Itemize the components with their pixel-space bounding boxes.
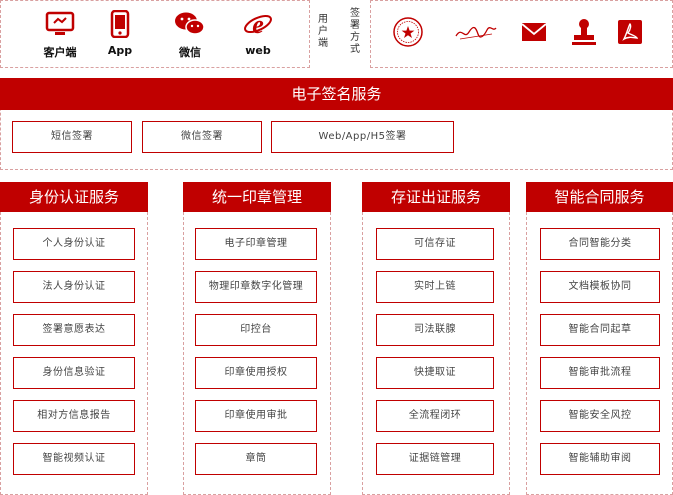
service-item[interactable]: 个人身份认证 <box>13 228 135 260</box>
service-item[interactable]: 快捷取证 <box>376 357 494 389</box>
service-item[interactable]: 印章使用授权 <box>195 357 317 389</box>
service-item[interactable]: 全流程闭环 <box>376 400 494 432</box>
service-item[interactable]: 签署意愿表达 <box>13 314 135 346</box>
service-item[interactable]: 相对方信息报告 <box>13 400 135 432</box>
client-label: 客户端 <box>43 46 77 59</box>
seal-stamp-icon[interactable] <box>392 16 424 48</box>
service-item[interactable]: 智能辅助审阅 <box>540 443 660 475</box>
service-title: 身份认证服务 <box>0 182 148 212</box>
service-item[interactable]: 智能安全风控 <box>540 400 660 432</box>
monitor-icon <box>30 8 90 40</box>
phone-icon <box>90 8 150 40</box>
esign-option-sms[interactable]: 短信签署 <box>12 121 132 153</box>
user-end-label: 用户端 <box>318 14 328 49</box>
service-item[interactable]: 合同智能分类 <box>540 228 660 260</box>
service-item[interactable]: 证据链管理 <box>376 443 494 475</box>
service-item[interactable]: 身份信息验证 <box>13 357 135 389</box>
ie-browser-icon: e <box>228 8 288 40</box>
handwritten-signature-icon[interactable] <box>454 16 498 48</box>
service-item[interactable]: 智能合同起草 <box>540 314 660 346</box>
client-item-app[interactable]: App <box>90 8 150 57</box>
service-item[interactable]: 智能视频认证 <box>13 443 135 475</box>
client-label: web <box>245 44 271 57</box>
client-label: 微信 <box>179 46 201 59</box>
service-item[interactable]: 智能审批流程 <box>540 357 660 389</box>
service-item[interactable]: 章筒 <box>195 443 317 475</box>
client-label: App <box>107 44 133 57</box>
wechat-icon <box>160 8 220 40</box>
service-item[interactable]: 实时上链 <box>376 271 494 303</box>
esign-option-wechat[interactable]: 微信签署 <box>142 121 262 153</box>
service-title: 统一印章管理 <box>183 182 331 212</box>
stamp-icon[interactable] <box>568 16 600 48</box>
service-item[interactable]: 电子印章管理 <box>195 228 317 260</box>
service-item[interactable]: 法人身份认证 <box>13 271 135 303</box>
service-title: 存证出证服务 <box>362 182 510 212</box>
service-title: 智能合同服务 <box>526 182 673 212</box>
esign-option-web[interactable]: Web/App/H5签署 <box>271 121 454 153</box>
service-item[interactable]: 印章使用审批 <box>195 400 317 432</box>
service-item[interactable]: 可信存证 <box>376 228 494 260</box>
pdf-icon[interactable] <box>614 16 646 48</box>
service-item[interactable]: 文档模板协同 <box>540 271 660 303</box>
service-item[interactable]: 印控台 <box>195 314 317 346</box>
client-item-wechat[interactable]: 微信 <box>160 8 220 60</box>
service-item[interactable]: 司法联腺 <box>376 314 494 346</box>
sign-method-label: 签署方式 <box>350 8 360 55</box>
client-item-web[interactable]: e web <box>228 8 288 57</box>
esign-title: 电子签名服务 <box>0 78 673 110</box>
service-item[interactable]: 物理印章数字化管理 <box>195 271 317 303</box>
svg-text:e: e <box>252 10 264 38</box>
client-item-desktop[interactable]: 客户端 <box>30 8 90 60</box>
email-icon[interactable] <box>518 16 550 48</box>
